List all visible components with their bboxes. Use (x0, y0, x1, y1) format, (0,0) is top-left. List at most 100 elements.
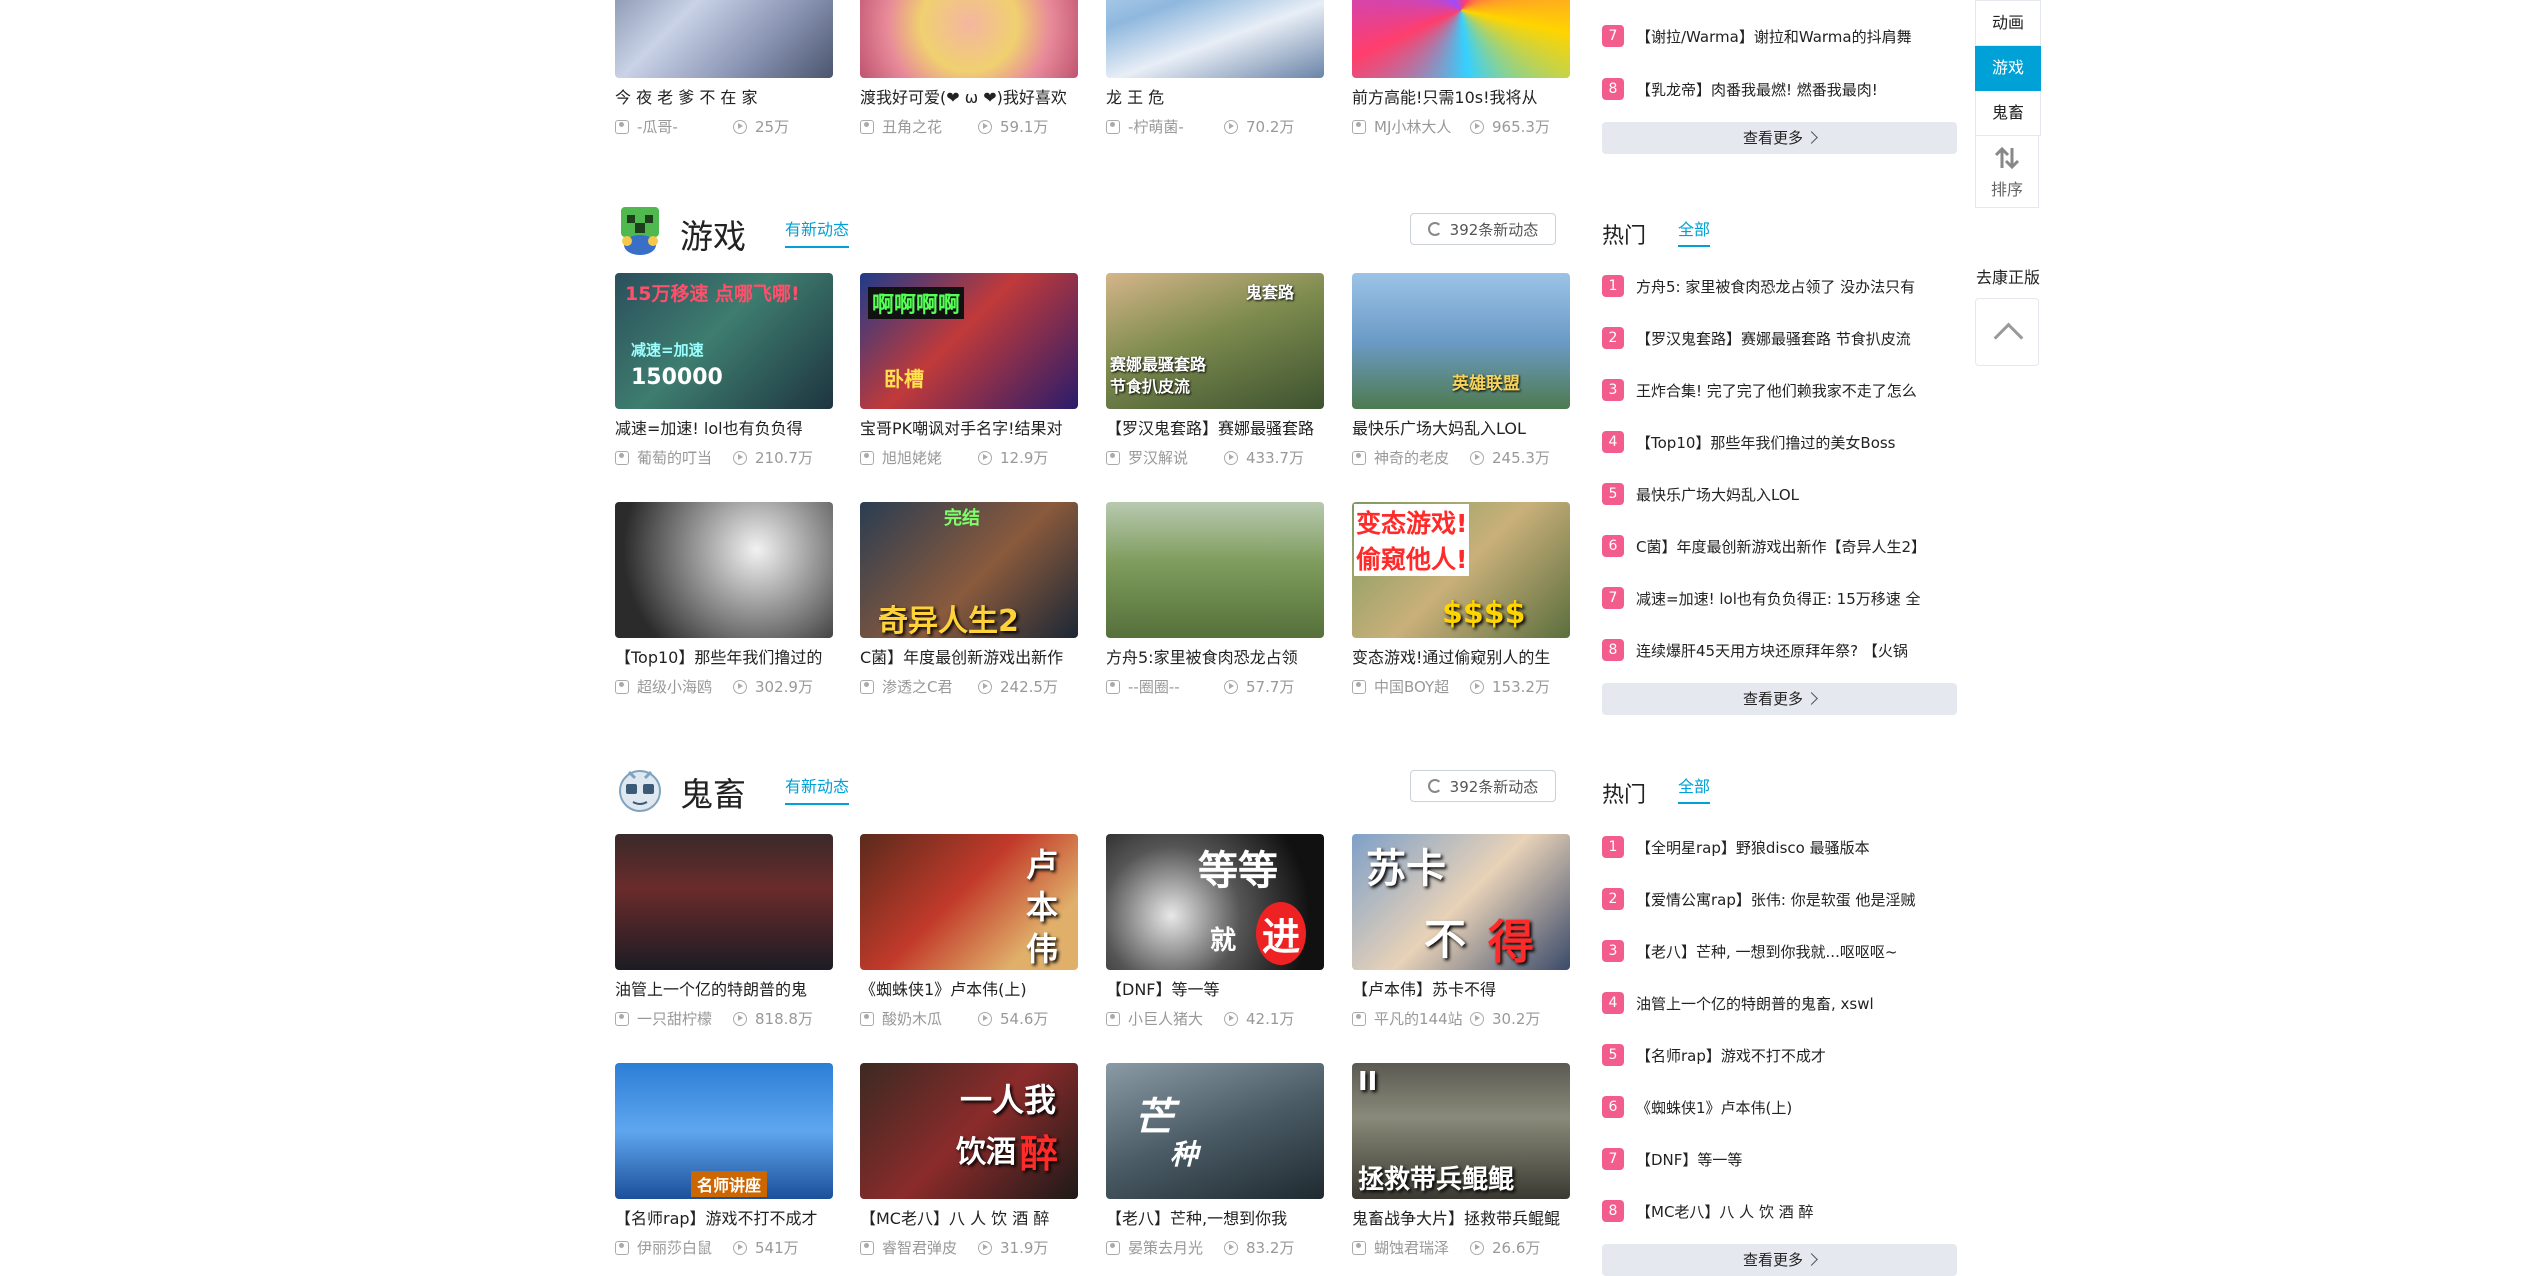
video-thumbnail[interactable] (615, 502, 833, 638)
video-title[interactable]: 【DNF】等一等 (1106, 980, 1324, 1000)
rank-item[interactable]: 2 【爱情公寓rap】张伟: 你是软蛋 他是淫贼 (1602, 887, 1952, 911)
video-title[interactable]: C菌】年度最创新游戏出新作 (860, 648, 1078, 668)
new-activity-tab[interactable]: 有新动态 (785, 773, 850, 805)
video-card[interactable]: 名师讲座 【名师rap】游戏不打不成才 伊丽莎白鼠 541万 (615, 1063, 833, 1257)
video-thumbnail[interactable]: 卢 本 伟 (860, 834, 1078, 970)
uploader[interactable]: MJ小林大人 (1352, 116, 1451, 137)
video-card[interactable]: 15万移速 点哪飞哪! 减速=加速 150000 减速=加速! lol也有负负得… (615, 273, 833, 467)
video-thumbnail[interactable] (1106, 0, 1324, 78)
uploader[interactable]: 蝴蚀君瑞泽 (1352, 1237, 1449, 1258)
video-title[interactable]: 方舟5:家里被食肉恐龙占领 (1106, 648, 1324, 668)
video-thumbnail[interactable]: 英雄联盟 (1352, 273, 1570, 409)
video-thumbnail[interactable]: 等等 就 进 (1106, 834, 1324, 970)
video-thumbnail[interactable]: 15万移速 点哪飞哪! 减速=加速 150000 (615, 273, 833, 409)
view-more-button[interactable]: 查看更多 (1602, 122, 1957, 154)
new-activity-tab[interactable]: 有新动态 (785, 216, 850, 248)
video-title[interactable]: 《蜘蛛侠1》卢本伟(上) (860, 980, 1078, 1000)
video-card[interactable]: 龙 王 危 -柠萌菌- 70.2万 (1106, 0, 1324, 136)
video-card[interactable]: 完结 奇异人生2 C菌】年度最创新游戏出新作 渗透之C君 242.5万 (860, 502, 1078, 696)
sidenav-item-game[interactable]: 游戏 (1975, 46, 2041, 91)
refresh-button[interactable]: 392条新动态 (1410, 213, 1556, 245)
uploader[interactable]: 中国BOY超 (1352, 676, 1449, 697)
video-title[interactable]: 变态游戏!通过偷窥别人的生 (1352, 648, 1570, 668)
uploader[interactable]: 小巨人猪大 (1106, 1008, 1203, 1029)
rank-item[interactable]: 7 【DNF】等一等 (1602, 1147, 1952, 1171)
rank-item[interactable]: 4 油管上一个亿的特朗普的鬼畜, xswl (1602, 991, 1952, 1015)
video-thumbnail[interactable]: 变态游戏! 偷窥他人! $$$$ (1352, 502, 1570, 638)
video-title[interactable]: 龙 王 危 (1106, 88, 1324, 108)
rank-item[interactable]: 6 《蜘蛛侠1》卢本伟(上) (1602, 1095, 1952, 1119)
uploader[interactable]: 丑角之花 (860, 116, 942, 137)
video-card[interactable]: 卢 本 伟 《蜘蛛侠1》卢本伟(上) 酸奶木瓜 54.6万 (860, 834, 1078, 1028)
video-title[interactable]: 油管上一个亿的特朗普的鬼 (615, 980, 833, 1000)
video-card[interactable]: 油管上一个亿的特朗普的鬼 一只甜柠檬 818.8万 (615, 834, 833, 1028)
video-card[interactable]: 渡我好可爱(❤ ω ❤)我好喜欢 丑角之花 59.1万 (860, 0, 1078, 136)
rank-title[interactable]: 连续爆肝45天用方块还原拜年祭? 【火锅 (1636, 640, 1952, 661)
video-thumbnail[interactable]: 完结 奇异人生2 (860, 502, 1078, 638)
video-card[interactable]: 【Top10】那些年我们撸过的 超级小海鸥 302.9万 (615, 502, 833, 696)
video-title[interactable]: 【老八】芒种,一想到你我 (1106, 1209, 1324, 1229)
rank-title[interactable]: C菌】年度最创新游戏出新作【奇异人生2】 (1636, 536, 1952, 557)
rank-item[interactable]: 7 减速=加速! lol也有负负得正: 15万移速 全 (1602, 586, 1952, 610)
video-title[interactable]: 渡我好可爱(❤ ω ❤)我好喜欢 (860, 88, 1078, 108)
video-thumbnail[interactable] (1352, 0, 1570, 78)
rank-title[interactable]: 【Top10】那些年我们撸过的美女Boss (1636, 432, 1952, 453)
rank-title[interactable]: 减速=加速! lol也有负负得正: 15万移速 全 (1636, 588, 1952, 609)
rank-title[interactable]: 【罗汉鬼套路】赛娜最骚套路 节食扒皮流 (1636, 328, 1952, 349)
rank-title[interactable]: 方舟5: 家里被食肉恐龙占领了 没办法只有 (1636, 276, 1952, 297)
video-title[interactable]: 【罗汉鬼套路】赛娜最骚套路 (1106, 419, 1324, 439)
uploader[interactable]: 神奇的老皮 (1352, 447, 1449, 468)
rank-item[interactable]: 8 【MC老八】八 人 饮 酒 醉 (1602, 1199, 1952, 1223)
rank-title[interactable]: 王炸合集! 完了完了他们赖我家不走了怎么 (1636, 380, 1952, 401)
uploader[interactable]: 酸奶木瓜 (860, 1008, 942, 1029)
rank-item[interactable]: 5 【名师rap】游戏不打不成才 (1602, 1043, 1952, 1067)
rank-item[interactable]: 8 【乳龙帝】肉番我最燃! 燃番我最肉! (1602, 77, 1952, 101)
video-card[interactable]: 芒 种 【老八】芒种,一想到你我 晏策去月光 83.2万 (1106, 1063, 1324, 1257)
rank-item[interactable]: 2 【罗汉鬼套路】赛娜最骚套路 节食扒皮流 (1602, 326, 1952, 350)
uploader[interactable]: 葡萄的叮当 (615, 447, 712, 468)
uploader[interactable]: 超级小海鸥 (615, 676, 712, 697)
uploader[interactable]: 晏策去月光 (1106, 1237, 1203, 1258)
video-thumbnail[interactable] (615, 0, 833, 78)
rank-title[interactable]: 最快乐广场大妈乱入LOL (1636, 484, 1952, 505)
video-thumbnail[interactable]: 一人我 饮酒 醉 (860, 1063, 1078, 1199)
back-to-top-button[interactable] (1975, 298, 2039, 366)
video-title[interactable]: 减速=加速! lol也有负负得 (615, 419, 833, 439)
uploader[interactable]: 旭旭姥姥 (860, 447, 942, 468)
rank-item[interactable]: 1 【全明星rap】野狼disco 最骚版本 (1602, 835, 1952, 859)
rank-item[interactable]: 1 方舟5: 家里被食肉恐龙占领了 没办法只有 (1602, 274, 1952, 298)
video-title[interactable]: 【Top10】那些年我们撸过的 (615, 648, 833, 668)
rank-title[interactable]: 【爱情公寓rap】张伟: 你是软蛋 他是淫贼 (1636, 889, 1952, 910)
uploader[interactable]: -柠萌菌- (1106, 116, 1184, 137)
video-title[interactable]: 今 夜 老 爹 不 在 家 (615, 88, 833, 108)
uploader[interactable]: 罗汉解说 (1106, 447, 1188, 468)
video-card[interactable]: 前方高能!只需10s!我将从 MJ小林大人 965.3万 (1352, 0, 1570, 136)
video-thumbnail[interactable]: II 拯救带兵鲲鲲 (1352, 1063, 1570, 1199)
video-title[interactable]: 宝哥PK嘲讽对手名字!结果对 (860, 419, 1078, 439)
view-more-button[interactable]: 查看更多 (1602, 1244, 1957, 1276)
rank-title[interactable]: 【老八】芒种, 一想到你我就...呕呕呕~ (1636, 941, 1952, 962)
uploader[interactable]: 一只甜柠檬 (615, 1008, 712, 1029)
rank-item[interactable]: 5 最快乐广场大妈乱入LOL (1602, 482, 1952, 506)
uploader[interactable]: 渗透之C君 (860, 676, 952, 697)
rank-title[interactable]: 油管上一个亿的特朗普的鬼畜, xswl (1636, 993, 1952, 1014)
uploader[interactable]: 平凡的144站 (1352, 1008, 1463, 1029)
video-card[interactable]: 啊啊啊啊 卧槽 宝哥PK嘲讽对手名字!结果对 旭旭姥姥 12.9万 (860, 273, 1078, 467)
uploader[interactable]: --圈圈-- (1106, 676, 1180, 697)
video-card[interactable]: II 拯救带兵鲲鲲 鬼畜战争大片】拯救带兵鲲鲲 蝴蚀君瑞泽 26.6万 (1352, 1063, 1570, 1257)
rank-item[interactable]: 6 C菌】年度最创新游戏出新作【奇异人生2】 (1602, 534, 1952, 558)
sidenav-item-kichiku[interactable]: 鬼畜 (1975, 91, 2041, 136)
video-thumbnail[interactable]: 芒 种 (1106, 1063, 1324, 1199)
video-title[interactable]: 【卢本伟】苏卡不得 (1352, 980, 1570, 1000)
rank-item[interactable]: 4 【Top10】那些年我们撸过的美女Boss (1602, 430, 1952, 454)
rank-item[interactable]: 3 王炸合集! 完了完了他们赖我家不走了怎么 (1602, 378, 1952, 402)
rank-title[interactable]: 【DNF】等一等 (1636, 1149, 1952, 1170)
video-title[interactable]: 【名师rap】游戏不打不成才 (615, 1209, 833, 1229)
video-thumbnail[interactable]: 名师讲座 (615, 1063, 833, 1199)
video-card[interactable]: 今 夜 老 爹 不 在 家 -瓜哥- 25万 (615, 0, 833, 136)
video-card[interactable]: 苏卡 不 得 【卢本伟】苏卡不得 平凡的144站 30.2万 (1352, 834, 1570, 1028)
rank-tab-all[interactable]: 全部 (1678, 216, 1711, 247)
view-more-button[interactable]: 查看更多 (1602, 683, 1957, 715)
video-thumbnail[interactable]: 苏卡 不 得 (1352, 834, 1570, 970)
sidenav-item-anime[interactable]: 动画 (1975, 0, 2041, 46)
